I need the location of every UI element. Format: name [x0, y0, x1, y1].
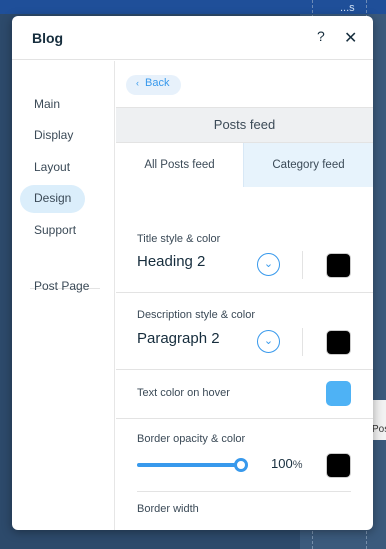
- tab-category-feed[interactable]: Category feed: [243, 143, 373, 187]
- sidebar-item-layout[interactable]: Layout: [20, 154, 84, 182]
- section-title: Posts feed: [116, 107, 373, 143]
- title-style-label: Title style & color: [137, 233, 221, 245]
- border-opacity-setting: Border opacity & color 100%: [116, 418, 373, 491]
- description-style-label: Description style & color: [137, 309, 255, 321]
- chevron-down-icon: ⌄: [263, 258, 274, 270]
- title-style-value: Heading 2: [137, 253, 206, 270]
- panel-title: Blog: [32, 30, 64, 46]
- sidebar-item-display[interactable]: Display: [20, 122, 87, 150]
- back-label: Back: [145, 77, 170, 89]
- border-opacity-slider-handle[interactable]: [234, 458, 248, 472]
- chevron-left-icon: ‹: [136, 78, 139, 88]
- description-style-setting: Description style & color Paragraph 2 ⌄: [116, 292, 373, 369]
- help-icon[interactable]: ?: [317, 28, 325, 44]
- description-color-swatch[interactable]: [326, 330, 351, 355]
- title-color-swatch[interactable]: [326, 253, 351, 278]
- border-opacity-number: 100: [271, 456, 293, 471]
- canvas-text: Pos: [372, 424, 386, 435]
- sidebar: Main Display Layout Design Support Post …: [12, 61, 115, 530]
- sidebar-item-main[interactable]: Main: [20, 91, 74, 119]
- chevron-down-icon: ⌄: [263, 335, 274, 347]
- border-color-swatch[interactable]: [326, 453, 351, 478]
- border-opacity-label: Border opacity & color: [137, 433, 246, 445]
- sidebar-item-design[interactable]: Design: [20, 185, 86, 213]
- title-style-dropdown[interactable]: ⌄: [257, 253, 280, 276]
- design-content: ‹ Back Posts feed All Posts feed Category…: [116, 61, 373, 530]
- description-style-dropdown[interactable]: ⌄: [257, 330, 280, 353]
- back-row: ‹ Back: [116, 61, 373, 107]
- close-icon[interactable]: ✕: [344, 28, 357, 48]
- setting-divider: [302, 251, 303, 279]
- canvas-text: ...s: [340, 2, 355, 14]
- feed-tabs: All Posts feed Category feed: [116, 143, 373, 187]
- editor-top-bar: [0, 0, 386, 14]
- back-button[interactable]: ‹ Back: [126, 75, 182, 95]
- panel-header[interactable]: Blog ? ✕: [12, 16, 373, 60]
- border-opacity-unit: %: [292, 459, 303, 471]
- sidebar-item-post-page[interactable]: Post Page: [20, 273, 103, 301]
- sidebar-item-support[interactable]: Support: [20, 217, 90, 245]
- border-width-label: Border width: [137, 503, 199, 515]
- border-opacity-value[interactable]: 100%: [271, 456, 302, 471]
- border-opacity-slider[interactable]: [137, 463, 241, 467]
- tab-all-posts-feed[interactable]: All Posts feed: [116, 143, 243, 187]
- hover-color-setting: Text color on hover: [116, 369, 373, 418]
- description-style-value: Paragraph 2: [137, 330, 220, 347]
- hover-color-swatch[interactable]: [326, 381, 351, 406]
- title-style-setting: Title style & color Heading 2 ⌄: [116, 187, 373, 279]
- blog-settings-panel: Blog ? ✕ Main Display Layout Design Supp…: [12, 16, 373, 530]
- slider-fill: [137, 463, 241, 467]
- border-width-setting: Border width 1px: [116, 491, 373, 530]
- hover-color-label: Text color on hover: [137, 387, 230, 399]
- setting-divider: [302, 328, 303, 356]
